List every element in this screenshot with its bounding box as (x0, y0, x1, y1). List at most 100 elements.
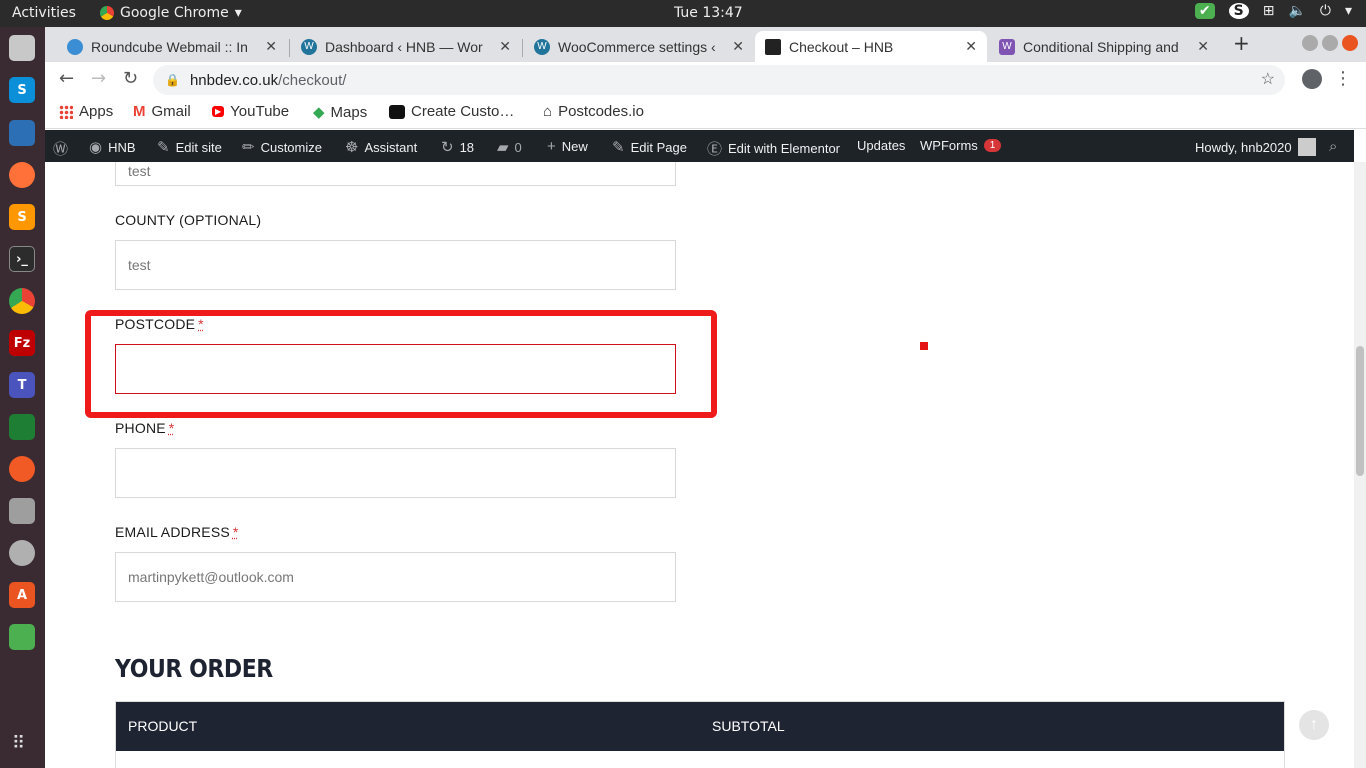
lock-icon[interactable]: 🔒 (165, 73, 180, 87)
postcode-field[interactable] (115, 344, 676, 394)
admin-edit-elementor[interactable]: Ⓔ Edit with Elementor (707, 138, 840, 159)
bookmark-label: Gmail (151, 103, 191, 120)
reload-icon[interactable]: ↻ (123, 68, 138, 89)
bookmark-gmail[interactable]: M Gmail (133, 103, 191, 120)
admin-assistant[interactable]: ☸ Assistant (345, 138, 417, 156)
page-scrollbar[interactable] (1354, 162, 1366, 768)
close-icon[interactable]: ✕ (1197, 38, 1209, 55)
tab-dashboard[interactable]: W Dashboard ‹ HNB — Wor ✕ (291, 31, 521, 62)
bookmark-star-icon[interactable]: ☆ (1261, 69, 1275, 89)
checkout-page: test COUNTY (OPTIONAL) test POSTCODE * PH… (45, 162, 1354, 768)
phone-field[interactable] (115, 448, 676, 498)
close-window-button[interactable] (1342, 35, 1358, 51)
close-icon[interactable]: ✕ (732, 38, 744, 55)
show-apps-icon[interactable]: ⠿ (12, 733, 25, 754)
volume-icon[interactable]: 🔈 (1288, 3, 1305, 19)
document-viewer-icon[interactable] (9, 120, 35, 146)
image-viewer-icon[interactable] (9, 624, 35, 650)
tab-title: Conditional Shipping and (1023, 38, 1179, 55)
terminal-icon[interactable]: ›_ (9, 246, 35, 272)
wordpress-icon: W (534, 38, 550, 55)
back-arrow-icon[interactable]: ← (59, 68, 74, 89)
printer-icon[interactable] (9, 498, 35, 524)
tab-conditional-shipping[interactable]: W Conditional Shipping and ✕ (989, 31, 1219, 62)
system-tray[interactable]: ✔ S ⊞ 🔈 ⏻ ▾ (1194, 3, 1352, 19)
field-value: test (128, 163, 151, 179)
admin-wpforms[interactable]: WPForms 1 (920, 138, 1002, 153)
minimize-button[interactable] (1302, 35, 1318, 51)
new-tab-button[interactable]: + (1233, 31, 1250, 55)
search-icon[interactable]: ⌕ (1329, 138, 1337, 155)
address-bar[interactable]: 🔒 hnbdev.co.uk/checkout/ ☆ (153, 65, 1285, 95)
admin-new[interactable]: + New (547, 138, 588, 155)
edit-page-label: Edit Page (630, 139, 687, 155)
filezilla-icon[interactable]: Fz (9, 330, 35, 356)
admin-site-name[interactable]: ◉ HNB (89, 138, 136, 156)
bookmark-label: Maps (330, 103, 368, 121)
email-field[interactable]: martinpykett@outlook.com (115, 552, 676, 602)
bookmark-youtube[interactable]: ▶ YouTube (212, 103, 289, 120)
bookmark-label: Apps (79, 103, 114, 120)
bookmark-label: Postcodes.io (558, 103, 644, 120)
close-icon[interactable]: ✕ (499, 38, 511, 55)
network-icon[interactable]: ⊞ (1263, 3, 1275, 19)
email-label: EMAIL ADDRESS * (115, 524, 239, 540)
town-field[interactable]: test (115, 162, 676, 186)
county-field[interactable]: test (115, 240, 676, 290)
bookmark-apps[interactable]: Apps (59, 103, 113, 120)
wordpress-icon: W (301, 38, 317, 55)
bookmark-maps[interactable]: ◆ Maps (313, 103, 368, 122)
clock[interactable]: Tue 13:47 (674, 5, 743, 21)
more-menu-icon[interactable]: ⋮ (1334, 68, 1352, 89)
scrollbar-thumb[interactable] (1356, 346, 1364, 476)
wp-admin-bar: Ⓦ ◉ HNB ✎ Edit site ✏ Customize ☸ Assistant … (45, 130, 1354, 162)
gmail-icon: M (133, 103, 146, 120)
forward-arrow-icon[interactable]: → (91, 68, 106, 89)
chrome-icon[interactable] (9, 288, 35, 314)
window-controls (1302, 35, 1358, 51)
close-icon[interactable]: ✕ (965, 38, 977, 55)
app-menu[interactable]: Google Chrome ▾ (100, 5, 242, 21)
admin-edit-site[interactable]: ✎ Edit site (157, 138, 222, 156)
admin-comments[interactable]: ▰ 0 (497, 138, 522, 156)
chevron-down-icon[interactable]: ▾ (1345, 3, 1352, 19)
skype-icon[interactable]: S (1228, 3, 1249, 19)
account-icon[interactable] (1302, 69, 1322, 89)
settings-icon[interactable] (9, 540, 35, 566)
close-icon[interactable]: ✕ (265, 38, 277, 55)
comments-count: 0 (514, 139, 522, 155)
chevron-down-icon: ▾ (234, 5, 242, 21)
spreadsheet-icon[interactable] (9, 414, 35, 440)
sublime-text-icon[interactable]: S (9, 204, 35, 230)
maximize-button[interactable] (1322, 35, 1338, 51)
admin-customize[interactable]: ✏ Customize (242, 138, 322, 156)
tab-checkout[interactable]: Checkout – HNB ✕ (755, 31, 987, 62)
activities-button[interactable]: Activities (12, 5, 76, 21)
admin-updates-count[interactable]: ↻ 18 (441, 138, 474, 156)
required-mark: * (198, 316, 204, 332)
bookmark-label: Create Custo… (411, 103, 515, 120)
firefox-icon[interactable] (9, 162, 35, 188)
url-path: /checkout/ (278, 71, 347, 89)
tab-woocommerce-settings[interactable]: W WooCommerce settings ‹ ✕ (524, 31, 754, 62)
updates-label: Updates (857, 138, 906, 153)
wordpress-logo-icon[interactable]: Ⓦ (53, 138, 68, 159)
software-center-icon[interactable]: A (9, 582, 35, 608)
check-icon[interactable]: ✔ (1194, 3, 1215, 19)
admin-edit-page[interactable]: ✎ Edit Page (612, 138, 687, 156)
bookmark-create-custom[interactable]: Create Custo… (389, 103, 514, 120)
power-icon[interactable]: ⏻ (1320, 3, 1331, 19)
brush-icon: ✎ (157, 139, 170, 156)
tab-roundcube[interactable]: Roundcube Webmail :: In ✕ (57, 31, 287, 62)
admin-updates[interactable]: Updates (857, 138, 905, 153)
scroll-to-top-button[interactable]: ↑ (1299, 710, 1329, 740)
skype-icon[interactable]: S (9, 77, 35, 103)
bookmark-postcodes[interactable]: ⌂ Postcodes.io (543, 103, 644, 120)
admin-account[interactable]: Howdy, hnb2020 (1195, 138, 1316, 156)
pencil-icon: ✏ (242, 139, 255, 156)
compass-icon[interactable] (9, 456, 35, 482)
teams-icon[interactable]: T (9, 372, 35, 398)
hnb-icon (765, 38, 781, 55)
files-manager-icon[interactable] (9, 35, 35, 61)
house-icon: ⌂ (543, 103, 553, 120)
